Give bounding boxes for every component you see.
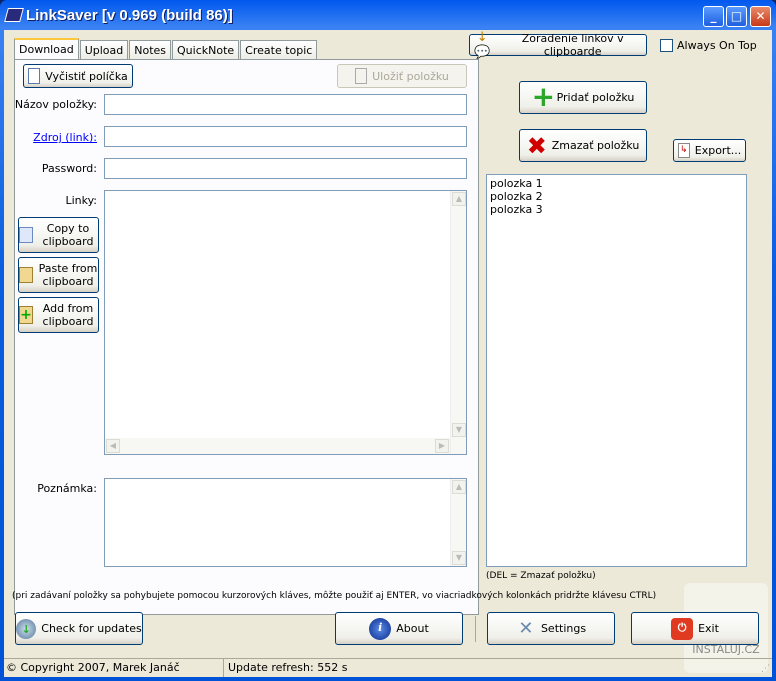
maximize-button[interactable]: □: [726, 6, 747, 27]
source-input[interactable]: [104, 126, 467, 147]
links-label: Linky:: [65, 194, 97, 207]
add-clipboard-icon: +: [19, 306, 33, 324]
settings-label: Settings: [540, 622, 587, 635]
export-label: Export...: [694, 144, 742, 157]
paste-icon: [19, 267, 33, 283]
document-icon: [28, 68, 41, 84]
export-icon: ↳: [677, 143, 690, 158]
app-icon: [4, 8, 24, 22]
tab-create-topic[interactable]: Create topic: [240, 40, 318, 60]
green-plus-icon: +: [531, 79, 556, 113]
close-button[interactable]: ✕: [750, 6, 771, 27]
sort-links-button[interactable]: ↓💬 Zoradenie linkov v clipboarde: [469, 30, 647, 60]
window-title: LinkSaver [v 0.969 (build 86)]: [26, 7, 233, 24]
clear-fields-button[interactable]: Vyčistiť políčka: [23, 64, 133, 88]
copyright-text: © Copyright 2007, Marek Janáč: [6, 661, 180, 674]
exit-label: Exit: [698, 622, 719, 635]
add-item-button[interactable]: + Pridať položku: [519, 81, 647, 114]
copy-to-clipboard-button[interactable]: Copy to clipboard: [18, 217, 99, 253]
minimize-button[interactable]: _: [703, 6, 724, 27]
tab-quicknote[interactable]: QuickNote: [172, 40, 240, 60]
power-icon: ⏻: [671, 617, 694, 640]
save-item-button[interactable]: Uložiť položku: [337, 64, 467, 88]
links-textarea[interactable]: ▲ ▼ ◀ ▶: [104, 190, 467, 455]
list-item[interactable]: polozka 1: [487, 177, 746, 190]
app-window: LinkSaver [v 0.969 (build 86)] _ □ ✕ Dow…: [0, 0, 776, 681]
items-listbox[interactable]: polozka 1 polozka 2 polozka 3: [486, 174, 747, 567]
source-link-label[interactable]: Zdroj (link):: [4, 131, 97, 144]
tools-icon: ✕: [518, 617, 534, 639]
add-from-clipboard-button[interactable]: + Add from clipboard: [18, 297, 99, 333]
note-textarea[interactable]: ▲ ▼: [104, 478, 467, 567]
note-label: Poznámka:: [37, 482, 97, 495]
delete-item-button[interactable]: ✖ Zmazať položku: [519, 129, 647, 162]
exit-button[interactable]: ⏻ Exit: [631, 612, 759, 645]
settings-button[interactable]: ✕ Settings: [487, 612, 615, 645]
title-bar[interactable]: LinkSaver [v 0.969 (build 86)] _ □ ✕: [0, 0, 776, 30]
list-item[interactable]: polozka 2: [487, 190, 746, 203]
name-label: Názov položky:: [14, 98, 97, 111]
delete-item-label: Zmazať položku: [551, 139, 640, 152]
links-horizontal-scrollbar[interactable]: ◀ ▶: [105, 438, 450, 454]
clear-fields-label: Vyčistiť políčka: [45, 69, 128, 83]
resize-grip-icon[interactable]: ⋰: [761, 664, 770, 674]
export-button[interactable]: ↳ Export...: [673, 139, 746, 162]
links-vertical-scrollbar[interactable]: ▲ ▼: [450, 191, 466, 454]
tab-download[interactable]: Download: [14, 38, 79, 60]
client-area: Download Upload Notes QuickNote Create t…: [4, 30, 772, 677]
keyboard-hint: (pri zadávaní položky sa pohybujete pomo…: [12, 591, 657, 601]
save-item-label: Uložiť položku: [372, 69, 449, 83]
password-input[interactable]: [104, 158, 467, 179]
paste-from-clipboard-button[interactable]: Paste from clipboard: [18, 257, 99, 293]
tab-bar: Download Upload Notes QuickNote Create t…: [14, 38, 318, 60]
check-updates-button[interactable]: ↓ Check for updates: [15, 612, 143, 645]
copy-icon: [19, 227, 33, 243]
status-bar: © Copyright 2007, Marek Janáč Update ref…: [4, 658, 772, 677]
always-on-top-label: Always On Top: [677, 39, 757, 52]
list-item[interactable]: polozka 3: [487, 203, 746, 216]
update-refresh-text: Update refresh: 552 s: [228, 661, 348, 674]
about-button[interactable]: i About: [335, 612, 463, 645]
about-label: About: [396, 622, 429, 635]
sort-icon: ↓💬: [474, 30, 491, 60]
password-label: Password:: [41, 162, 97, 175]
red-x-icon: ✖: [526, 131, 547, 160]
check-updates-label: Check for updates: [41, 622, 142, 635]
separator: [475, 616, 476, 642]
tab-notes[interactable]: Notes: [129, 40, 172, 60]
info-icon: i: [369, 617, 392, 640]
note-vertical-scrollbar[interactable]: ▲ ▼: [450, 479, 466, 566]
copy-label: Copy to clipboard: [42, 222, 94, 248]
sort-links-label: Zoradenie linkov v clipboarde: [521, 32, 624, 58]
tab-upload[interactable]: Upload: [79, 40, 129, 60]
always-on-top-checkbox[interactable]: Always On Top: [660, 39, 757, 52]
checkbox-box[interactable]: [660, 39, 673, 52]
delete-hint: (DEL = Zmazať položku): [486, 571, 596, 581]
add-item-label: Pridať položku: [556, 91, 635, 104]
name-input[interactable]: [104, 94, 467, 115]
floppy-icon: [355, 68, 368, 84]
globe-download-icon: ↓: [16, 618, 37, 639]
paste-label: Paste from clipboard: [38, 262, 98, 288]
add-label: Add from clipboard: [42, 302, 94, 328]
